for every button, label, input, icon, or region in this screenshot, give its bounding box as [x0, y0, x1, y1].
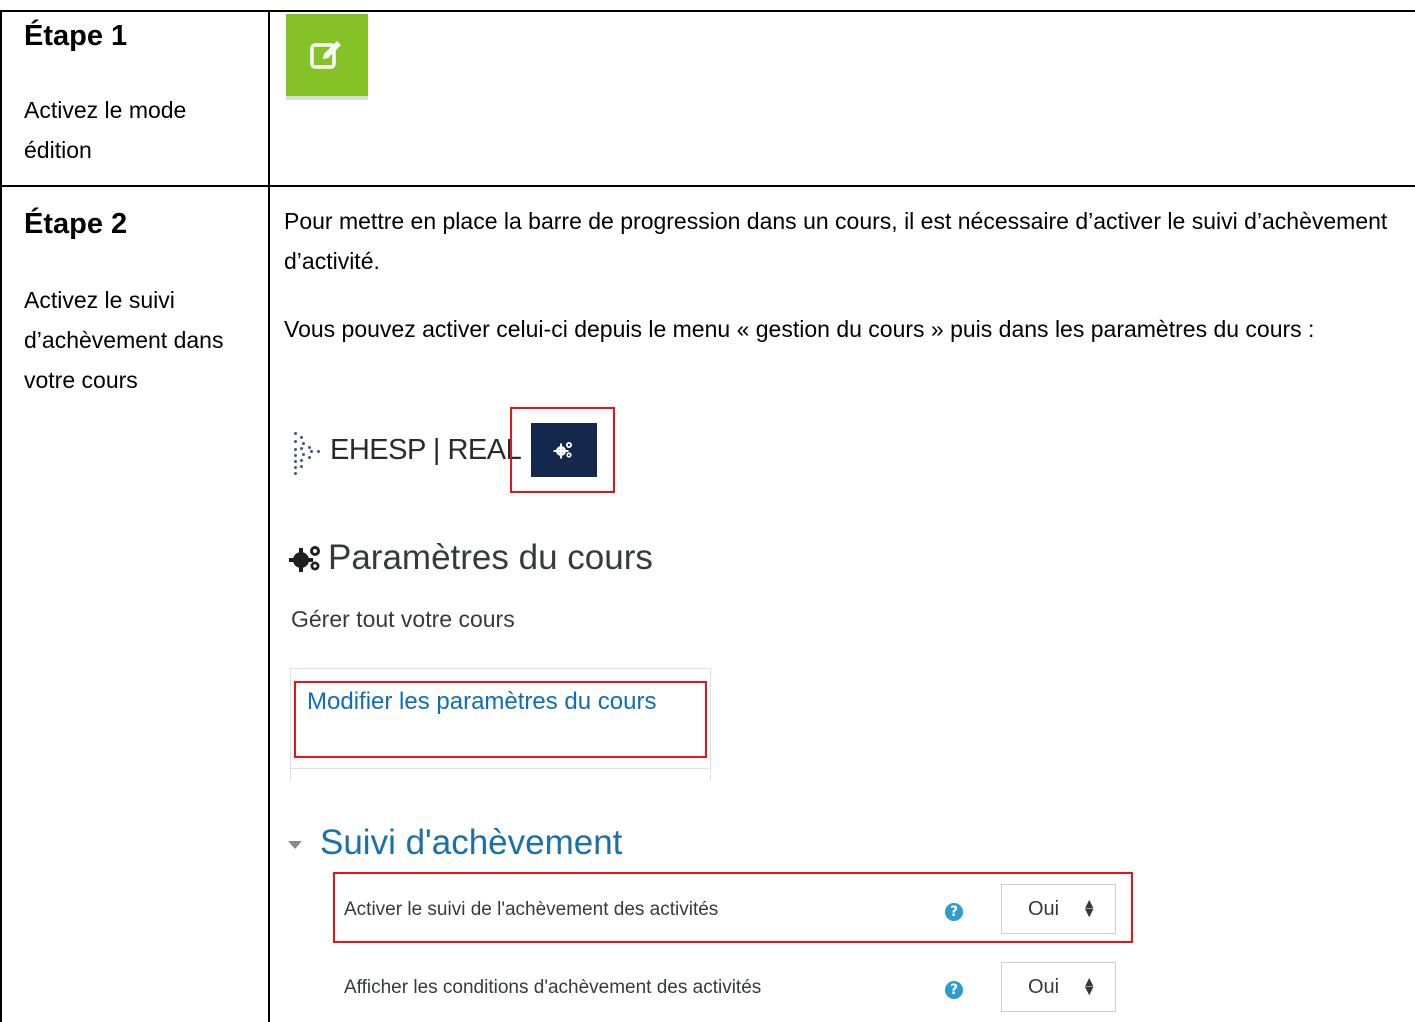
brand-dots-icon — [290, 420, 324, 480]
table-row-divider — [0, 185, 1415, 187]
brand-logo: EHESP | REAL — [290, 420, 522, 480]
edit-mode-button[interactable] — [286, 14, 368, 96]
step-2-paragraph-2: Vous pouvez activer celui-ci depuis le m… — [284, 316, 1315, 342]
select-show-conditions[interactable]: Oui ▲ ▼ — [1001, 962, 1116, 1012]
highlight-gear-frame — [510, 407, 615, 493]
completion-section-header[interactable]: Suivi d'achèvement — [288, 823, 622, 863]
sort-arrows-icon: ▲ ▼ — [1085, 975, 1094, 997]
settings-link-divider — [290, 768, 709, 769]
field-label-show-conditions: Afficher les conditions d'achèvement des… — [344, 977, 762, 998]
gears-icon — [289, 546, 320, 572]
highlight-field-frame — [333, 872, 1133, 943]
step-2-title: Étape 2 — [24, 208, 128, 240]
caret-down-icon — [288, 841, 302, 849]
step-2-paragraph-1: Pour mettre en place la barre de progres… — [284, 208, 1388, 274]
brand-name: EHESP | REAL — [330, 433, 522, 466]
settings-heading: Paramètres du cours — [288, 538, 653, 578]
manage-course-text: Gérer tout votre cours — [291, 606, 515, 632]
help-icon[interactable]: ? — [945, 981, 963, 999]
highlight-link-frame — [294, 681, 707, 758]
settings-title: Paramètres du cours — [328, 538, 653, 577]
table-border-left — [0, 10, 2, 1022]
select-value: Oui — [1028, 976, 1060, 998]
table-column-divider — [268, 10, 270, 1022]
section-title: Suivi d'achèvement — [320, 823, 623, 862]
step-1-description: Activez le mode édition — [24, 97, 187, 163]
step-2-description: Activez le suivi d’achèvement dans votre… — [24, 287, 224, 393]
step-1-title: Étape 1 — [24, 20, 128, 52]
table-border-top — [0, 10, 1415, 12]
pencil-square-icon — [310, 41, 341, 69]
